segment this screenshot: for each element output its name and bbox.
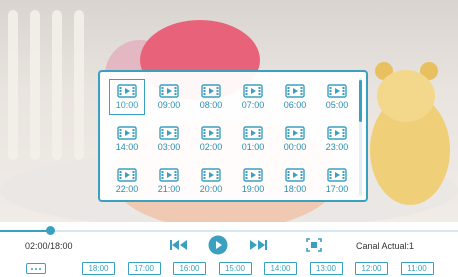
timeline-tag[interactable]: 13:00 [309,262,343,275]
film-icon [243,84,263,98]
timeline-tags: 18:00 17:00 16:00 15:00 14:00 13:00 12:00 11:00 [82,262,446,275]
time-slot-label: 00:00 [283,142,307,152]
film-icon [327,84,347,98]
film-icon [201,126,221,140]
more-dots-icon [39,267,41,270]
fullscreen-button[interactable] [306,237,322,253]
film-icon [201,84,221,98]
time-slot-0800[interactable]: 08:00 [190,76,232,118]
more-button[interactable] [26,263,46,274]
film-icon [243,126,263,140]
teddy-head [377,70,435,122]
film-icon [159,84,179,98]
progress-bar[interactable] [0,230,458,232]
time-slot-2200[interactable]: 22:00 [106,160,148,202]
time-slot-label: 07:00 [241,100,265,110]
time-slot-0900[interactable]: 09:00 [148,76,190,118]
time-slot-label: 06:00 [283,100,307,110]
film-icon [285,126,305,140]
time-slot-popup: 10:00 09:00 08:00 07:00 06:00 05:00 14:00 03:00… [98,70,368,202]
time-slot-1700[interactable]: 17:00 [316,160,358,202]
crib-bar [74,10,84,160]
crib-bar [8,10,18,160]
time-slot-2100[interactable]: 21:00 [148,160,190,202]
film-icon [117,126,137,140]
film-icon [159,126,179,140]
time-slot-label: 08:00 [199,100,223,110]
film-icon [117,84,137,98]
timeline-tag[interactable]: 11:00 [400,262,434,275]
time-slot-2300[interactable]: 23:00 [316,118,358,160]
crib-bar [52,10,62,160]
time-slot-label: 22:00 [115,184,139,194]
film-icon [159,168,179,182]
film-icon [327,126,347,140]
scrollbar-thumb[interactable] [359,80,362,122]
progress-fill [0,230,51,232]
player-controls: 02:00/18:00 Canal Actual:1 18:00 17:00 16:… [0,222,458,277]
time-slot-1000[interactable]: 10:00 [106,76,148,118]
film-icon [327,168,347,182]
time-slot-0200[interactable]: 02:00 [190,118,232,160]
film-icon [285,84,305,98]
timeline-tag[interactable]: 12:00 [355,262,388,275]
time-slot-label: 23:00 [325,142,349,152]
time-slot-label: 09:00 [157,100,181,110]
more-dots-icon [35,267,37,270]
play-icon [208,235,228,255]
time-slot-0600[interactable]: 06:00 [274,76,316,118]
time-slot-0700[interactable]: 07:00 [232,76,274,118]
time-slot-0300[interactable]: 03:00 [148,118,190,160]
time-slot-0500[interactable]: 05:00 [316,76,358,118]
time-slot-label: 01:00 [241,142,265,152]
time-slot-1900[interactable]: 19:00 [232,160,274,202]
time-slot-1400[interactable]: 14:00 [106,118,148,160]
time-slot-label: 03:00 [157,142,181,152]
film-icon [243,168,263,182]
time-slot-label: 05:00 [325,100,349,110]
time-label: 02:00/18:00 [25,241,73,251]
film-icon [201,168,221,182]
time-slot-label: 17:00 [325,184,349,194]
timeline-tag[interactable]: 18:00 [82,262,115,275]
time-slot-label: 14:00 [115,142,139,152]
timeline-tag[interactable]: 14:00 [264,262,297,275]
time-slot-0100[interactable]: 01:00 [232,118,274,160]
time-slot-label: 20:00 [199,184,223,194]
time-slot-2000[interactable]: 20:00 [190,160,232,202]
timeline-tag[interactable]: 15:00 [218,262,252,275]
fullscreen-icon [306,238,322,252]
time-slot-label: 10:00 [115,100,139,110]
timeline-tag[interactable]: 16:00 [173,262,206,275]
film-icon [285,168,305,182]
time-slot-0000[interactable]: 00:00 [274,118,316,160]
play-button[interactable] [208,235,228,255]
timeline-tag[interactable]: 17:00 [127,262,161,275]
film-icon [117,168,137,182]
time-slot-label: 02:00 [199,142,223,152]
progress-knob[interactable] [46,226,56,235]
skip-forward-button[interactable] [249,237,267,253]
time-slot-label: 21:00 [157,184,181,194]
time-slot-grid: 10:00 09:00 08:00 07:00 06:00 05:00 14:00 03:00… [106,76,356,202]
crib-bar [30,10,40,160]
time-slot-label: 19:00 [241,184,265,194]
skip-back-icon [170,240,187,250]
skip-back-button[interactable] [170,237,188,253]
time-slot-label: 18:00 [283,184,307,194]
skip-forward-icon [250,240,267,250]
channel-label: Canal Actual:1 [356,241,415,251]
more-dots-icon [31,267,33,270]
time-slot-1800[interactable]: 18:00 [274,160,316,202]
